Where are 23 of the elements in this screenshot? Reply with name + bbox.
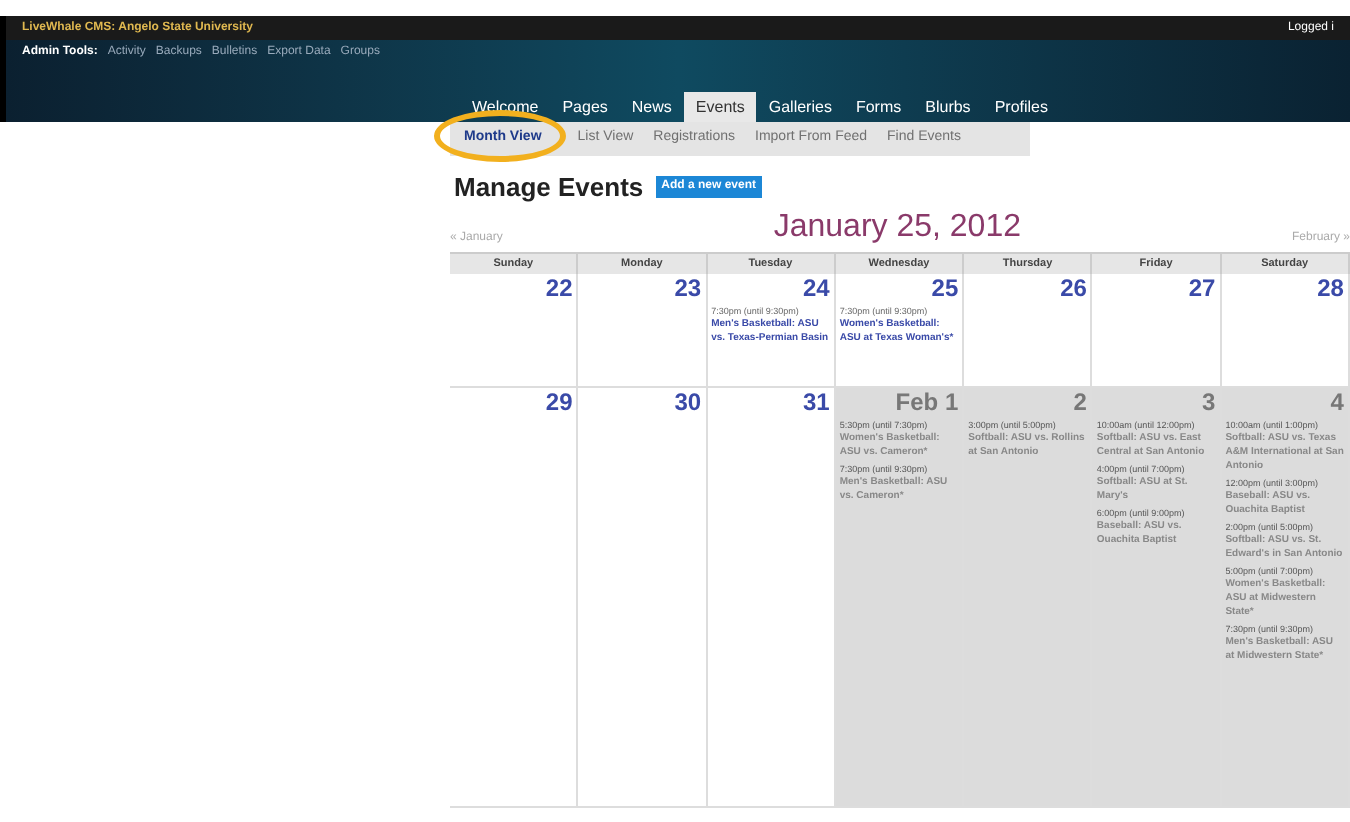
day-number: 25 [931,273,959,301]
day-number: 30 [674,387,702,415]
nav-tab[interactable]: Profiles [982,92,1060,122]
day-number: 27 [1188,273,1216,301]
day-number: 28 [1317,273,1344,301]
nav-tab[interactable]: Forms [843,92,914,122]
day-number: 2 [1073,387,1087,415]
day-number: 26 [1060,273,1087,301]
page-heading: Manage Events [454,170,644,206]
day-number: 23 [674,273,702,301]
day-number: 24 [802,273,830,301]
nav-tab[interactable]: Pages [550,92,620,122]
day-number: 31 [802,387,830,415]
nav-tab[interactable]: Galleries [756,92,844,122]
calendar-title: January 25, 2012 [773,207,1021,247]
day-number: 4 [1330,387,1344,415]
day-number: 22 [545,273,573,301]
nav-tab[interactable]: News [619,92,684,122]
nav-tab[interactable]: Events [683,92,757,122]
day-number: 29 [545,387,573,415]
day-number: 3 [1202,387,1216,415]
nav-tab[interactable]: Blurbs [913,92,983,122]
day-number: Feb 1 [895,387,959,415]
